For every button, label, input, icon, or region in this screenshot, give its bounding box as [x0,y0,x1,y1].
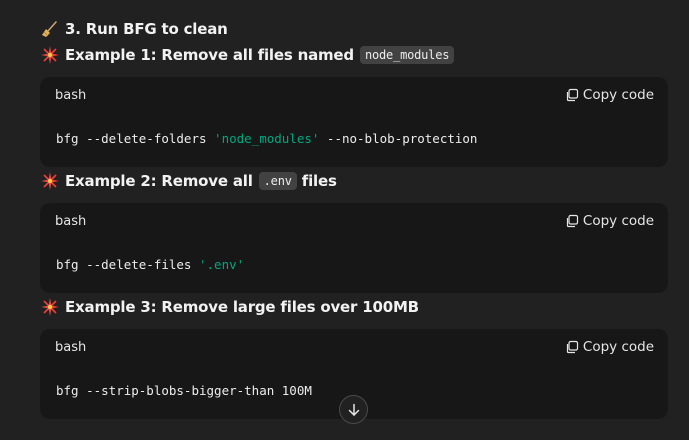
sparkle-icon [41,172,59,190]
code-block-2-code: bfg --delete-files '.env' [56,257,244,272]
code-block-3-code: bfg --strip-blobs-bigger-than 100M [56,383,312,398]
section-heading-text: 3. Run BFG to clean [65,20,228,38]
copy-icon [566,214,579,228]
code-block-2: bash Copy code bfg --delete-files '.env' [40,203,668,293]
code-block-2-copy-button[interactable]: Copy code [565,213,654,229]
example-2-heading-suffix: files [301,172,337,190]
code-string: '.env' [199,257,245,272]
copy-label: Copy code [582,213,654,229]
example-2-heading-text: Example 2: Remove all [65,172,253,190]
copy-label: Copy code [582,87,654,103]
code-block-3-copy-button[interactable]: Copy code [565,339,654,355]
code-text: bfg --delete-folders [56,131,215,146]
section-heading: 3. Run BFG to clean [41,20,228,38]
sparkle-icon [41,298,59,316]
broom-icon [42,21,57,37]
example-1-inline-code: node_modules [359,46,455,64]
copy-label: Copy code [582,339,654,355]
example-3-heading: Example 3: Remove large files over 100MB [41,298,419,316]
code-text: bfg --strip-blobs-bigger-than 100M [56,383,312,398]
code-block-1: bash Copy code bfg --delete-folders 'nod… [40,77,668,167]
example-3-heading-text: Example 3: Remove large files over 100MB [65,298,419,316]
copy-icon [566,340,579,354]
code-block-2-language: bash [55,214,87,229]
code-block-1-copy-button[interactable]: Copy code [565,87,654,103]
chat-response: 3. Run BFG to clean Example 1: Remove al… [0,0,689,440]
code-block-1-code: bfg --delete-folders 'node_modules' --no… [56,131,477,146]
example-1-heading-text: Example 1: Remove all files named [65,46,354,64]
code-block-1-language: bash [55,88,87,103]
sparkle-icon [41,46,59,64]
code-text: --no-blob-protection [319,131,478,146]
code-block-3-language: bash [55,340,87,355]
code-text: bfg --delete-files [56,257,199,272]
example-1-heading: Example 1: Remove all files named node_m… [41,46,459,64]
example-2-inline-code: .env [258,172,297,190]
example-2-heading: Example 2: Remove all .env files [41,172,337,190]
copy-icon [566,88,579,102]
code-string: 'node_modules' [214,131,320,146]
arrow-down-icon [348,403,359,416]
scroll-to-bottom-button[interactable] [339,395,368,424]
